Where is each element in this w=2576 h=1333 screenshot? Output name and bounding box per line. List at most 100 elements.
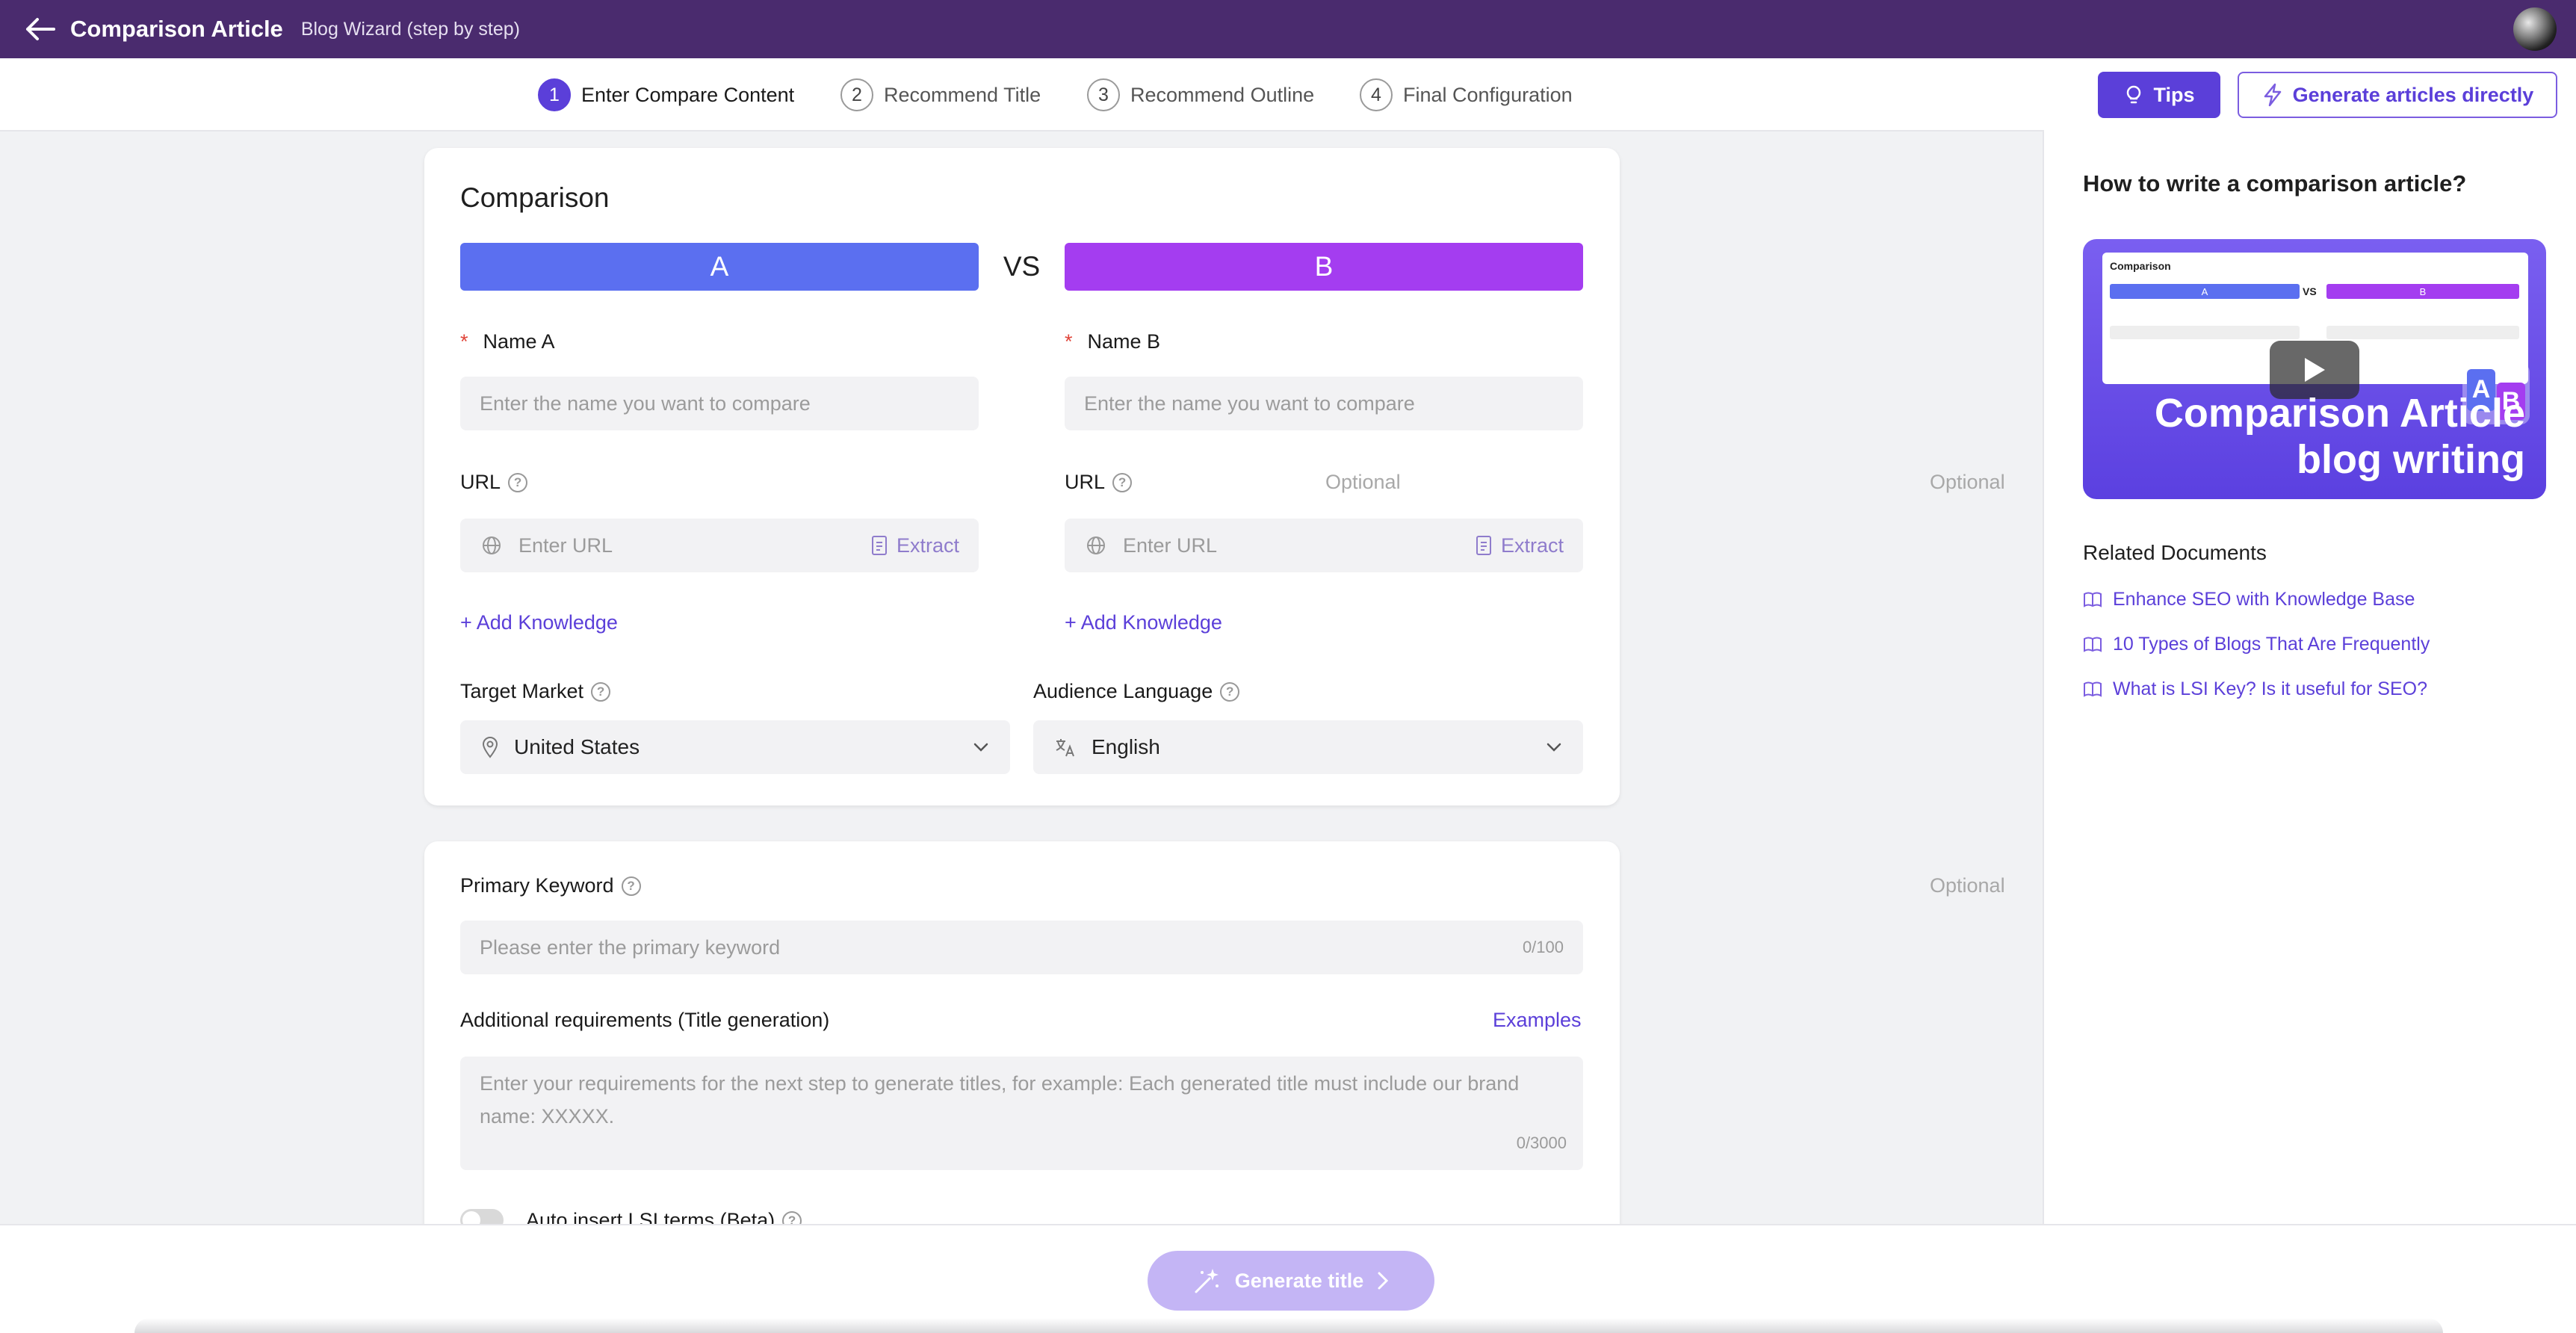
doc-link[interactable]: Enhance SEO with Knowledge Base (2083, 589, 2415, 610)
generate-direct-label: Generate articles directly (2292, 83, 2534, 106)
name-a-input[interactable]: Enter the name you want to compare (460, 377, 979, 430)
url-b-input[interactable]: Enter URL Extract (1065, 519, 1583, 572)
video-mini-field (2110, 326, 2300, 339)
globe-icon (1087, 536, 1105, 554)
globe-icon (483, 536, 501, 554)
side-b-bar: B (1065, 243, 1583, 291)
chevron-down-icon (973, 743, 988, 752)
name-b-label-text: Name B (1087, 330, 1161, 353)
primary-keyword-input[interactable]: Please enter the primary keyword 0/100 (460, 921, 1583, 974)
help-icon[interactable]: ? (508, 472, 528, 492)
extract-b-button[interactable]: Extract (1476, 534, 1564, 557)
video-mini-a: A (2110, 284, 2300, 299)
target-market-label: Target Market ? (460, 680, 611, 703)
doc-link[interactable]: What is LSI Key? Is it useful for SEO? (2083, 678, 2427, 700)
tips-label: Tips (2153, 83, 2195, 106)
top-bar: Comparison Article Blog Wizard (step by … (0, 0, 2576, 58)
video-headline: Comparison Article blog writing (2155, 390, 2525, 483)
additional-requirements-textarea[interactable]: Enter your requirements for the next ste… (460, 1057, 1583, 1170)
book-icon (2084, 681, 2102, 697)
doc-link-text: 10 Types of Blogs That Are Frequently (2113, 634, 2430, 655)
generate-title-button[interactable]: Generate title (1148, 1251, 1434, 1311)
tutorial-video[interactable]: Comparison A VS B A B Comparison Article… (2083, 239, 2546, 499)
additional-requirements-label: Additional requirements (Title generatio… (460, 1009, 830, 1031)
app-title: Comparison Article (70, 16, 283, 42)
step-number: 4 (1360, 78, 1393, 111)
step-number: 2 (840, 78, 873, 111)
target-market-select[interactable]: United States (460, 720, 1010, 774)
chevron-right-icon (1378, 1272, 1389, 1290)
url-a-label-text: URL (460, 471, 501, 493)
comparison-heading: Comparison (460, 182, 610, 213)
url-b-placeholder: Enter URL (1123, 533, 1218, 557)
document-icon (871, 536, 887, 555)
video-mini-title: Comparison (2110, 260, 2171, 272)
audience-language-select[interactable]: English (1033, 720, 1583, 774)
doc-link-text: What is LSI Key? Is it useful for SEO? (2113, 678, 2428, 699)
magic-wand-icon (1195, 1269, 1219, 1293)
name-a-placeholder: Enter the name you want to compare (480, 392, 811, 415)
help-icon[interactable]: ? (621, 876, 641, 896)
video-mini-vs: VS (2303, 285, 2317, 297)
step-label: Final Configuration (1403, 83, 1573, 106)
examples-link[interactable]: Examples (1493, 1009, 1582, 1032)
avatar[interactable] (2513, 7, 2557, 51)
required-marker: * (1065, 330, 1073, 353)
help-title: How to write a comparison article? (2083, 170, 2467, 197)
add-knowledge-a-link[interactable]: + Add Knowledge (460, 611, 618, 634)
audience-language-label: Audience Language ? (1033, 680, 1240, 703)
add-knowledge-b-link[interactable]: + Add Knowledge (1065, 611, 1222, 634)
url-a-placeholder: Enter URL (518, 533, 613, 557)
lightbulb-icon (2127, 85, 2141, 104)
tips-button[interactable]: Tips (2098, 72, 2220, 118)
keyword-card: Primary Keyword ? Optional Please enter … (424, 841, 2005, 1260)
comparison-card: Comparison A VS B * Name A * Name B Ente… (424, 148, 2005, 805)
translate-icon (1056, 739, 1074, 757)
help-icon[interactable]: ? (1112, 472, 1133, 492)
step-label: Enter Compare Content (581, 83, 795, 106)
name-b-label: * Name B (1065, 330, 1160, 353)
primary-keyword-counter: 0/100 (1522, 938, 1564, 956)
url-a-optional: Optional (1325, 471, 1401, 493)
primary-keyword-optional: Optional (1930, 874, 2005, 897)
related-documents-title: Related Documents (2083, 541, 2267, 564)
video-headline-line2: blog writing (2297, 437, 2525, 482)
help-icon[interactable]: ? (591, 681, 611, 702)
help-panel: How to write a comparison article? Compa… (2043, 130, 2576, 1224)
step-number: 3 (1087, 78, 1120, 111)
step-label: Recommend Outline (1130, 83, 1315, 106)
name-b-placeholder: Enter the name you want to compare (1084, 392, 1415, 415)
primary-keyword-label-text: Primary Keyword (460, 874, 614, 897)
doc-link[interactable]: 10 Types of Blogs That Are Frequently (2083, 634, 2430, 655)
url-b-label: URL ? (1065, 471, 1133, 494)
extract-label: Extract (1500, 533, 1564, 557)
name-a-label: * Name A (460, 330, 555, 353)
video-headline-line1: Comparison Article (2154, 391, 2525, 436)
back-arrow-icon[interactable] (22, 11, 58, 47)
step-number: 1 (538, 78, 571, 111)
side-a-bar: A (460, 243, 979, 291)
lightning-icon (2264, 83, 2281, 107)
doc-link-text: Enhance SEO with Knowledge Base (2113, 589, 2415, 610)
document-icon (1476, 536, 1491, 555)
extract-a-button[interactable]: Extract (871, 534, 959, 557)
book-icon (2084, 637, 2102, 652)
step-recommend-outline[interactable]: 3 Recommend Outline (1087, 78, 1314, 112)
step-label: Recommend Title (884, 83, 1041, 106)
name-b-input[interactable]: Enter the name you want to compare (1065, 377, 1583, 430)
video-mini-field (2326, 326, 2519, 339)
vs-label: VS (1003, 251, 1041, 282)
url-b-label-text: URL (1065, 471, 1106, 493)
step-recommend-title[interactable]: 2 Recommend Title (840, 78, 1041, 112)
generate-articles-directly-button[interactable]: Generate articles directly (2238, 72, 2557, 118)
url-a-label: URL ? (460, 471, 528, 494)
audience-language-label-text: Audience Language (1033, 680, 1213, 702)
target-market-value: United States (514, 735, 640, 758)
name-a-label-text: Name A (483, 330, 555, 353)
primary-keyword-label: Primary Keyword ? (460, 874, 641, 897)
book-icon (2084, 592, 2102, 607)
url-a-input[interactable]: Enter URL Extract (460, 519, 979, 572)
step-enter-compare-content[interactable]: 1 Enter Compare Content (538, 78, 794, 112)
help-icon[interactable]: ? (1220, 681, 1240, 702)
step-final-configuration[interactable]: 4 Final Configuration (1360, 78, 1573, 112)
